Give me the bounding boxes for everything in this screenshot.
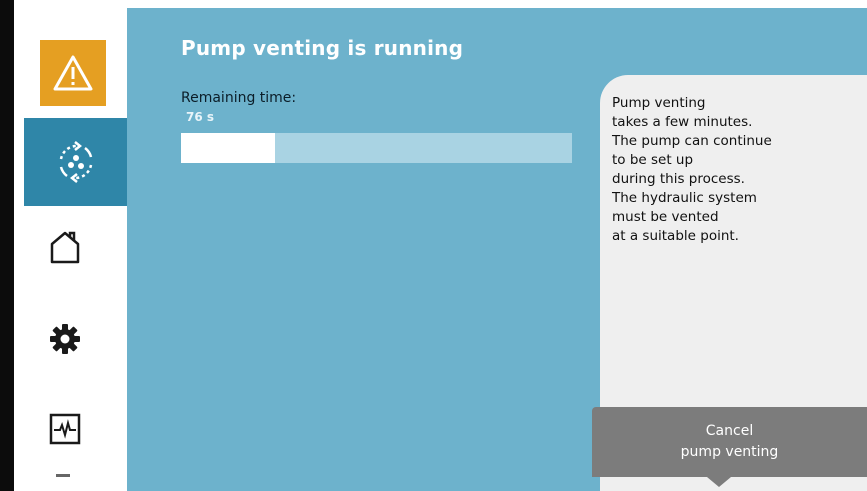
- info-line: to be set up: [612, 152, 694, 168]
- sidebar-scroll-indicator[interactable]: [56, 474, 70, 477]
- button-pointer-icon: [707, 477, 731, 487]
- sidebar-item-home[interactable]: [24, 212, 106, 282]
- warning-icon: [53, 55, 93, 91]
- sidebar-item-diagnostics[interactable]: [24, 394, 106, 464]
- gear-icon: [50, 324, 80, 354]
- progress-bar-fill: [181, 133, 275, 163]
- info-line: The pump can continue: [612, 133, 772, 149]
- sidebar-item-warning[interactable]: [40, 40, 106, 106]
- screen-bezel-left: [0, 0, 14, 491]
- progress-bar: [181, 133, 572, 163]
- page-title: Pump venting is running: [181, 36, 464, 60]
- remaining-time-label: Remaining time:: [181, 90, 297, 106]
- info-line: at a suitable point.: [612, 228, 739, 244]
- info-line: must be vented: [612, 209, 719, 225]
- diagnostics-icon: [49, 413, 81, 445]
- info-line: Pump venting: [612, 95, 706, 111]
- info-line: The hydraulic system: [612, 190, 757, 206]
- remaining-time-value: 76 s: [186, 110, 215, 124]
- pump-venting-icon: [59, 141, 92, 183]
- home-icon: [50, 231, 80, 264]
- info-line: takes a few minutes.: [612, 114, 753, 130]
- sidebar-item-pump-venting[interactable]: [24, 118, 127, 206]
- cancel-button-label-line1: Cancel: [705, 423, 754, 439]
- cancel-button-label-line2: pump venting: [680, 444, 779, 460]
- screen-bezel-top: [0, 0, 867, 8]
- info-line: during this process.: [612, 171, 745, 187]
- info-text: Pump venting takes a few minutes. The pu…: [612, 94, 852, 246]
- cancel-pump-venting-button[interactable]: Cancel pump venting: [592, 407, 867, 477]
- sidebar-item-settings[interactable]: [24, 304, 106, 374]
